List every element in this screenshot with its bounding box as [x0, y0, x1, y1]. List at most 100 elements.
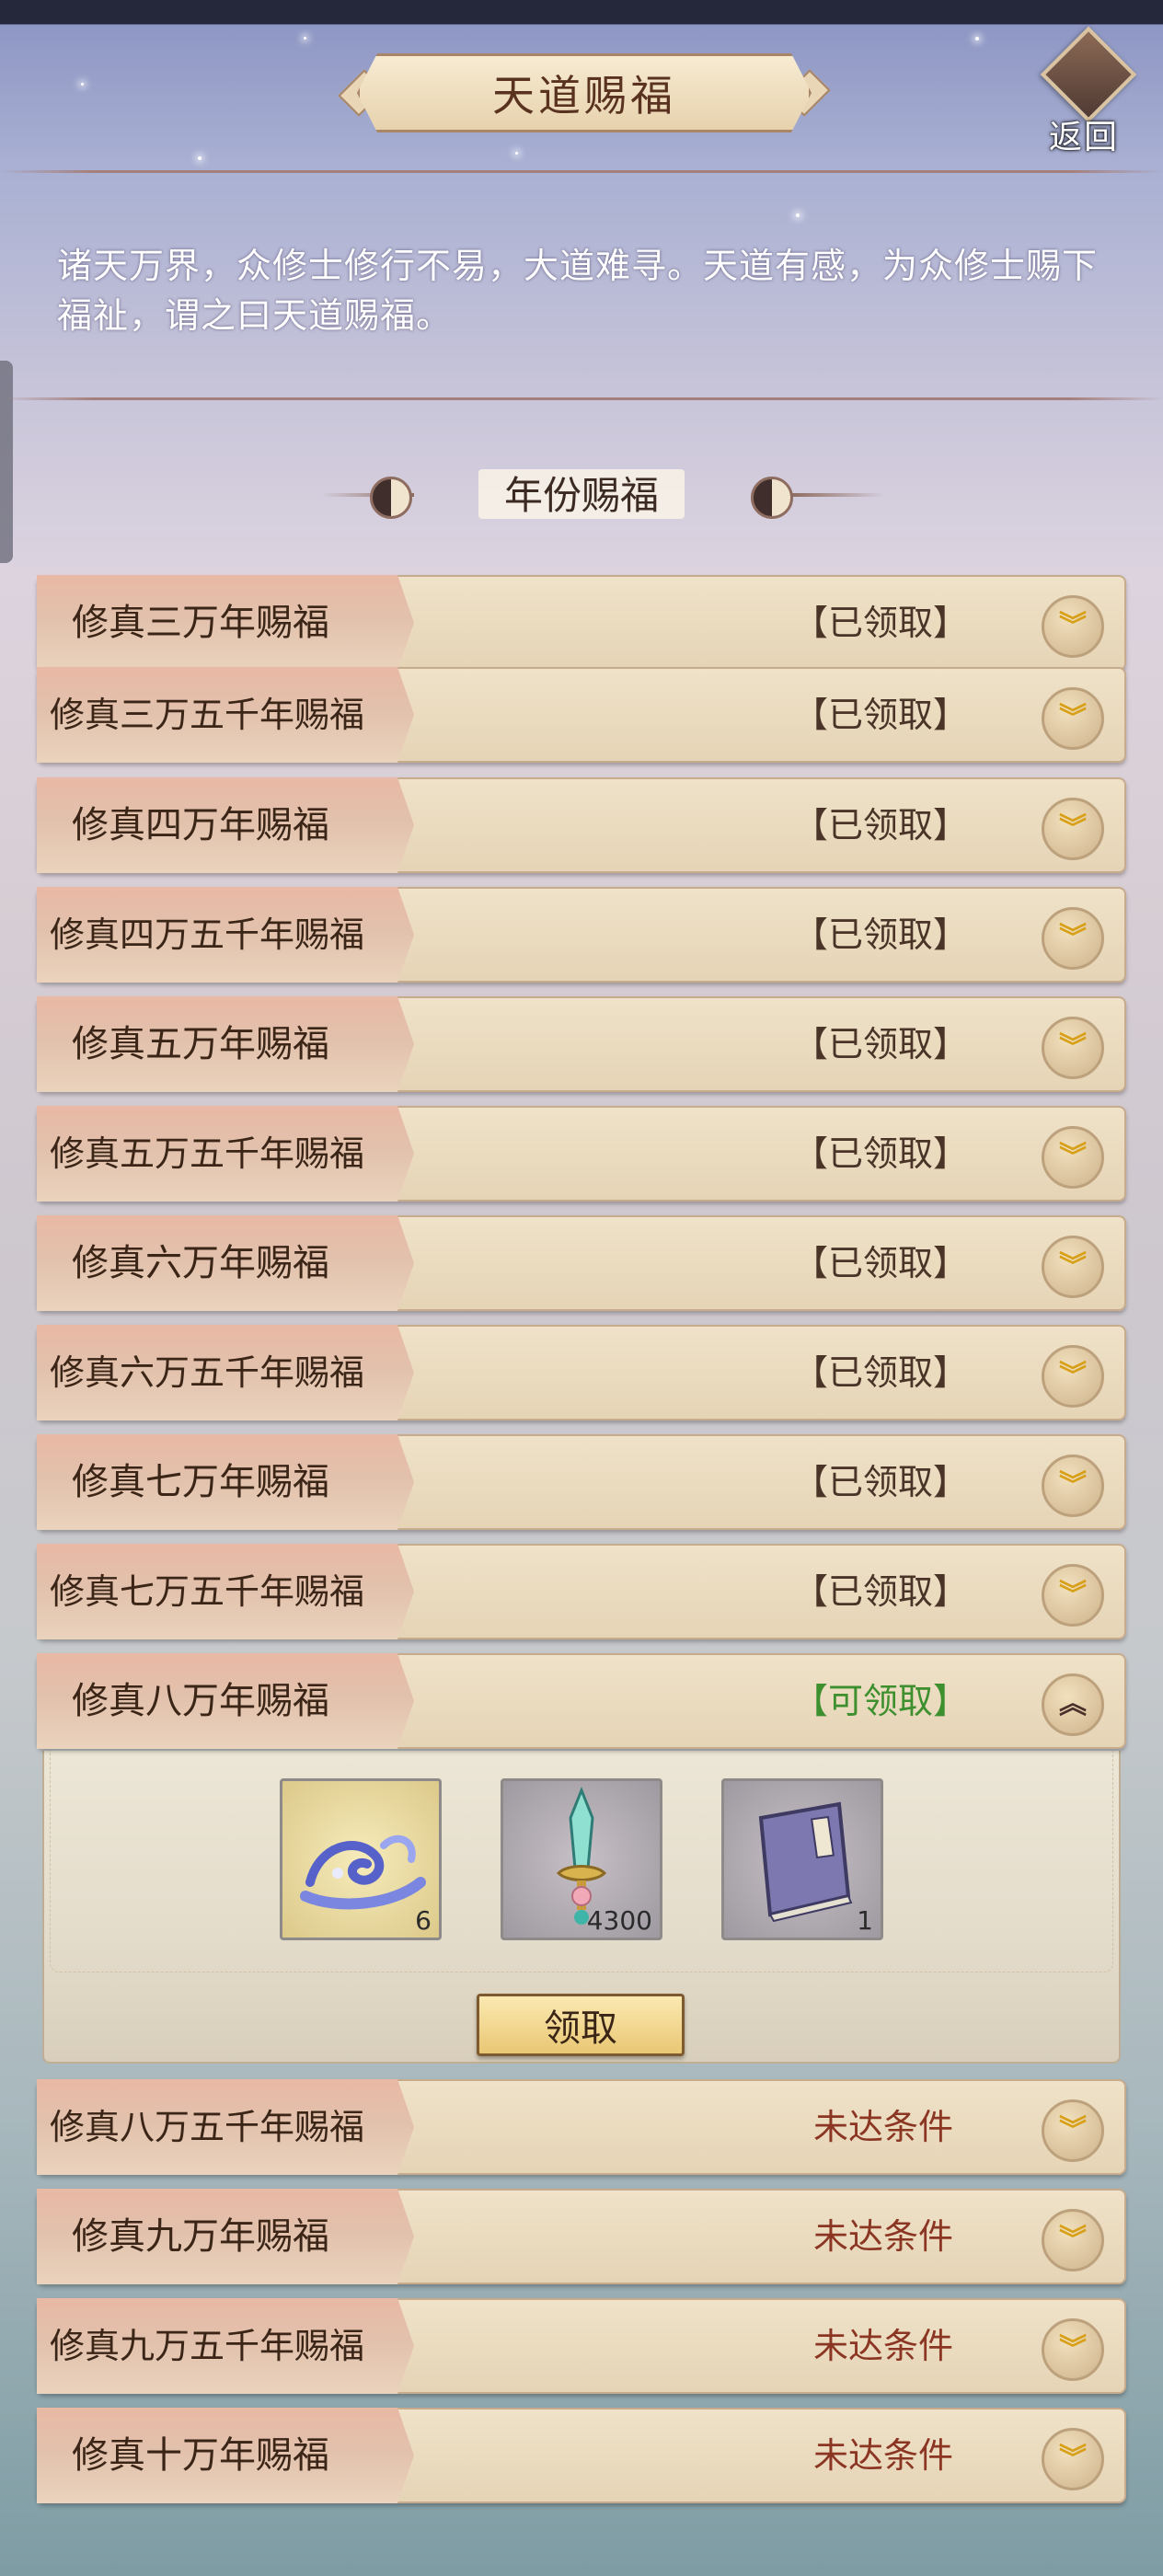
back-label: 返回: [1049, 119, 1120, 156]
chevron-down-icon: ︾: [1059, 2114, 1087, 2146]
reward-row[interactable]: 修真十万年赐福 未达条件 ︾: [37, 2408, 1126, 2503]
reward-row[interactable]: 修真七万五千年赐福 【已领取】 ︾: [37, 1544, 1126, 1639]
expand-chevron-button[interactable]: ︾: [1042, 1455, 1104, 1517]
item-count: 6: [415, 1905, 432, 1936]
expand-chevron-button[interactable]: ︾: [1042, 2428, 1104, 2490]
sky-star: [81, 83, 84, 86]
chevron-down-icon: ︾: [1059, 1250, 1087, 1282]
top-divider: [0, 170, 1163, 173]
reward-row[interactable]: 修真五万年赐福 【已领取】 ︾: [37, 996, 1126, 1092]
reward-row[interactable]: 修真三万五千年赐福 【已领取】 ︾: [37, 667, 1126, 763]
row-label: 修真四万五千年赐福: [50, 914, 365, 955]
row-status: 【可领取】: [792, 1681, 968, 1721]
expand-chevron-button[interactable]: ︾: [1042, 1126, 1104, 1189]
reward-item-slot[interactable]: 6: [280, 1778, 442, 1940]
reward-row[interactable]: 修真五万五千年赐福 【已领取】 ︾: [37, 1106, 1126, 1202]
page-title: 天道赐福: [492, 71, 676, 121]
chevron-down-icon: ︾: [1059, 2224, 1087, 2256]
collapse-chevron-button[interactable]: ︽: [1042, 1673, 1104, 1736]
row-label: 修真六万年赐福: [72, 1242, 329, 1284]
row-label: 修真八万五千年赐福: [50, 2107, 365, 2147]
chevron-down-icon: ︾: [1059, 1031, 1087, 1064]
row-label: 修真五万年赐福: [72, 1023, 329, 1065]
row-label: 修真六万五千年赐福: [50, 1352, 365, 1393]
row-status: 【已领取】: [792, 695, 968, 735]
row-label: 修真三万年赐福: [72, 602, 329, 644]
chevron-down-icon: ︾: [1059, 812, 1087, 845]
reward-item-slot[interactable]: 4300: [501, 1778, 662, 1940]
chevron-up-icon: ︽: [1059, 1688, 1087, 1720]
row-status: 【已领取】: [792, 1352, 968, 1393]
reward-row[interactable]: 修真六万年赐福 【已领取】 ︾: [37, 1215, 1126, 1311]
row-label: 修真九万年赐福: [72, 2215, 329, 2258]
sky-star: [304, 37, 306, 40]
claim-button-label: 领取: [544, 2007, 617, 2050]
item-count: 1: [857, 1905, 873, 1936]
reward-row-expanded[interactable]: 修真八万年赐福 【可领取】 ︽: [37, 1653, 1126, 1749]
expand-chevron-button[interactable]: ︾: [1042, 798, 1104, 860]
row-status: 【已领取】: [792, 1462, 968, 1502]
reward-detail-panel: 6 4300 1 领取: [42, 1751, 1121, 2064]
chevron-down-icon: ︾: [1059, 1579, 1087, 1611]
row-status: 未达条件: [812, 2435, 953, 2476]
expand-chevron-button[interactable]: ︾: [1042, 2099, 1104, 2162]
reward-row[interactable]: 修真三万年赐福 【已领取】 ︾: [37, 575, 1126, 671]
item-count: 4300: [586, 1905, 652, 1936]
expand-chevron-button[interactable]: ︾: [1042, 2318, 1104, 2381]
row-status: 【已领取】: [792, 914, 968, 955]
row-label: 修真九万五千年赐福: [50, 2326, 365, 2366]
claim-button[interactable]: 领取: [477, 1994, 685, 2056]
row-status: 未达条件: [812, 2326, 953, 2366]
expand-chevron-button[interactable]: ︾: [1042, 1017, 1104, 1079]
chevron-down-icon: ︾: [1059, 702, 1087, 734]
side-drawer-handle[interactable]: [0, 361, 13, 563]
row-status: 【已领取】: [792, 1571, 968, 1612]
reward-row[interactable]: 修真八万五千年赐福 未达条件 ︾: [37, 2079, 1126, 2175]
reward-row[interactable]: 修真四万年赐福 【已领取】 ︾: [37, 777, 1126, 873]
expand-chevron-button[interactable]: ︾: [1042, 1345, 1104, 1408]
chevron-down-icon: ︾: [1059, 2333, 1087, 2365]
chevron-down-icon: ︾: [1059, 1360, 1087, 1392]
row-label: 修真十万年赐福: [72, 2434, 329, 2477]
sky-star: [796, 213, 800, 217]
chevron-down-icon: ︾: [1059, 2443, 1087, 2475]
row-label: 修真七万五千年赐福: [50, 1571, 365, 1612]
row-status: 【已领取】: [792, 1243, 968, 1283]
row-label: 修真七万年赐福: [72, 1461, 329, 1503]
row-status: 【已领取】: [792, 1133, 968, 1174]
expand-chevron-button[interactable]: ︾: [1042, 1236, 1104, 1298]
expand-chevron-button[interactable]: ︾: [1042, 595, 1104, 658]
row-status: 【已领取】: [792, 603, 968, 643]
middle-divider: [0, 397, 1163, 400]
reward-row[interactable]: 修真四万五千年赐福 【已领取】 ︾: [37, 887, 1126, 983]
row-label: 修真三万五千年赐福: [50, 695, 365, 735]
reward-row[interactable]: 修真七万年赐福 【已领取】 ︾: [37, 1434, 1126, 1530]
description-text: 诸天万界，众修士修行不易，大道难寻。天道有感，为众修士赐下福祉，谓之曰天道赐福。: [57, 246, 1099, 336]
page-title-plaque: 天道赐福: [357, 53, 812, 132]
chevron-down-icon: ︾: [1059, 610, 1087, 642]
section-title: 年份赐福: [503, 473, 659, 518]
expand-chevron-button[interactable]: ︾: [1042, 1564, 1104, 1627]
row-label: 修真五万五千年赐福: [50, 1133, 365, 1174]
chevron-down-icon: ︾: [1059, 922, 1087, 954]
sky-star: [515, 152, 518, 155]
row-label: 修真八万年赐福: [72, 1680, 329, 1722]
back-arrow-icon: [1040, 26, 1137, 123]
expand-chevron-button[interactable]: ︾: [1042, 907, 1104, 970]
reward-item-slot[interactable]: 1: [721, 1778, 883, 1940]
section-ornament-right: [791, 493, 883, 497]
row-label: 修真四万年赐福: [72, 804, 329, 846]
expand-chevron-button[interactable]: ︾: [1042, 2209, 1104, 2271]
row-status: 未达条件: [812, 2107, 953, 2147]
sky-star: [198, 156, 202, 160]
yinyang-icon: [751, 477, 793, 519]
sky-star: [975, 37, 979, 40]
reward-row[interactable]: 修真九万五千年赐福 未达条件 ︾: [37, 2298, 1126, 2394]
chevron-down-icon: ︾: [1059, 1141, 1087, 1173]
reward-row[interactable]: 修真六万五千年赐福 【已领取】 ︾: [37, 1325, 1126, 1420]
reward-row[interactable]: 修真九万年赐福 未达条件 ︾: [37, 2189, 1126, 2284]
row-status: 【已领取】: [792, 805, 968, 845]
expand-chevron-button[interactable]: ︾: [1042, 687, 1104, 750]
back-button[interactable]: 返回: [1040, 26, 1137, 156]
chevron-down-icon: ︾: [1059, 1469, 1087, 1501]
